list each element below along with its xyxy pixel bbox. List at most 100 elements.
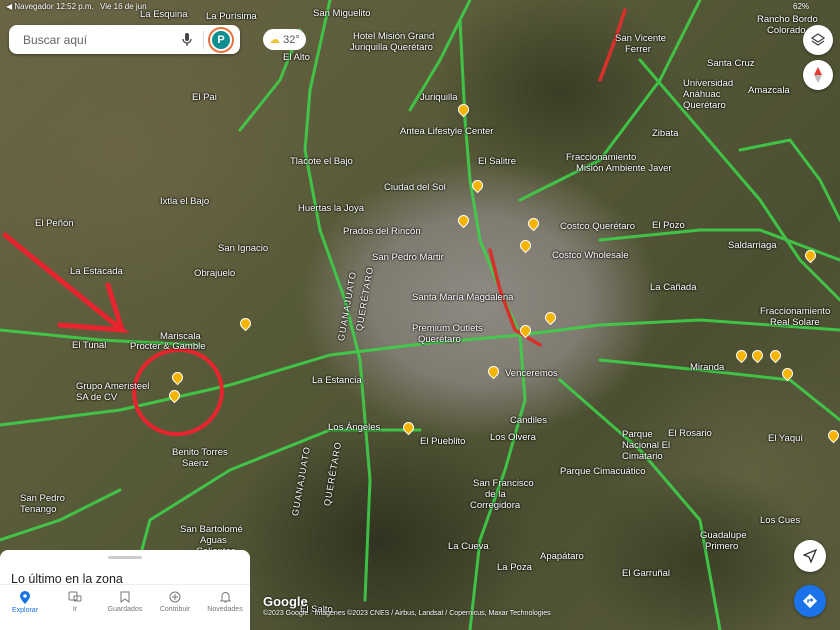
map-label[interactable]: Real Solare: [770, 317, 820, 328]
map-label[interactable]: Miranda: [690, 362, 724, 373]
map-label[interactable]: La Cañada: [650, 282, 696, 293]
map-label[interactable]: El Rosario: [668, 428, 712, 439]
map-label[interactable]: Cimatario: [622, 451, 663, 462]
map-label[interactable]: Parque: [622, 429, 653, 440]
map-label[interactable]: San Bartolomé: [180, 524, 243, 535]
map-label[interactable]: Amazcala: [748, 85, 790, 96]
map-label[interactable]: Antea Lifestyle Center: [400, 126, 493, 137]
map-label[interactable]: Grupo Ameristeel: [76, 381, 149, 392]
drag-handle[interactable]: [108, 556, 142, 559]
map-label[interactable]: Los Ángeles: [328, 422, 380, 433]
map-label[interactable]: Ixtla el Bajo: [160, 196, 209, 207]
weather-chip[interactable]: ☁ 32°: [263, 29, 306, 50]
map-label[interactable]: San Vicente: [615, 33, 666, 44]
traffic-heavy-2: [598, 8, 627, 82]
bell-icon: [219, 592, 231, 603]
map-label[interactable]: Juriquilla: [420, 92, 458, 103]
map-label[interactable]: Obrajuelo: [194, 268, 235, 279]
map-label[interactable]: El Alto: [283, 52, 310, 63]
layers-icon: [811, 33, 825, 46]
map-label[interactable]: El Peñón: [35, 218, 74, 229]
map-label[interactable]: Anáhuac: [683, 89, 721, 100]
road-far-east: [738, 138, 840, 222]
map-label[interactable]: Zibata: [652, 128, 678, 139]
map-label[interactable]: Primero: [705, 541, 738, 552]
map-label[interactable]: Premium Outlets: [412, 323, 483, 334]
map-label[interactable]: Venceremos: [505, 368, 558, 379]
map-label[interactable]: Nacional El: [622, 440, 670, 451]
compass-button[interactable]: [803, 60, 833, 90]
map-label[interactable]: Corregidora: [470, 500, 520, 511]
map-label[interactable]: Procter & Gamble: [130, 341, 206, 352]
map-label[interactable]: Santa Cruz: [707, 58, 755, 69]
map-label[interactable]: La Estancia: [312, 375, 362, 386]
map-label[interactable]: Apapátaro: [540, 551, 584, 562]
my-location-button[interactable]: [794, 540, 826, 572]
map-label[interactable]: Benito Torres: [172, 447, 228, 458]
map-label[interactable]: SA de CV: [76, 392, 117, 403]
map-label[interactable]: Ferrer: [625, 44, 651, 55]
map-label[interactable]: Costco Querétaro: [560, 221, 635, 232]
nav-label: Contribuir: [159, 606, 191, 613]
map-label[interactable]: Fraccionamiento: [566, 152, 636, 163]
map-label[interactable]: El Salitre: [478, 156, 516, 167]
map-label[interactable]: La Estacada: [70, 266, 123, 277]
map-label[interactable]: Colorado: [767, 25, 806, 36]
map-label[interactable]: La Poza: [497, 562, 532, 573]
directions-icon: [802, 593, 818, 609]
map-label[interactable]: de la: [485, 489, 506, 500]
nav-guardados[interactable]: Guardados: [100, 585, 150, 630]
layers-button[interactable]: [803, 25, 833, 55]
map-label[interactable]: El Pozo: [652, 220, 685, 231]
search-input[interactable]: Buscar aquí: [23, 33, 177, 47]
map-label[interactable]: Juriquilla Querétaro: [350, 42, 433, 53]
nav-novedades[interactable]: Novedades: [200, 585, 250, 630]
map-label[interactable]: San Miguelito: [313, 8, 371, 19]
directions-button[interactable]: [794, 585, 826, 617]
nav-label: Explorar: [11, 607, 39, 614]
microphone-icon[interactable]: [177, 30, 197, 50]
map-label[interactable]: Prados del Rincón: [343, 226, 421, 237]
map-label[interactable]: La Purísima: [206, 11, 257, 22]
map-label[interactable]: Santa María Magdalena: [412, 292, 513, 303]
nav-explorar[interactable]: Explorar: [0, 585, 50, 630]
map-label[interactable]: El Pai: [192, 92, 217, 103]
map-label[interactable]: El Yaquí: [768, 433, 803, 444]
map-label[interactable]: San Ignacio: [218, 243, 268, 254]
map-label[interactable]: San Pedro: [20, 493, 65, 504]
map-label[interactable]: Costco Wholesale: [552, 250, 629, 261]
map-label[interactable]: Huertas la Joya: [298, 203, 364, 214]
map-label[interactable]: San Pedro Mártir: [372, 252, 444, 263]
map-label[interactable]: Misión Ambiente Javer: [576, 163, 672, 174]
nav-ir[interactable]: Ir: [50, 585, 100, 630]
map-label[interactable]: El Pueblito: [420, 436, 465, 447]
compass-icon: [814, 67, 822, 83]
map-label[interactable]: Saenz: [182, 458, 209, 469]
map-label[interactable]: Rancho Bordo: [757, 14, 818, 25]
map-label[interactable]: El Tunal: [72, 340, 106, 351]
map-label[interactable]: El Garruñal: [622, 568, 670, 579]
map-label[interactable]: La Cueva: [448, 541, 489, 552]
map-label[interactable]: Los Cues: [760, 515, 800, 526]
map-label[interactable]: Aguas: [200, 535, 227, 546]
search-bar[interactable]: Buscar aquí P: [9, 25, 240, 54]
map-label[interactable]: Saldarriaga: [728, 240, 777, 251]
map-label[interactable]: Parque Cimacuático: [560, 466, 646, 477]
map-label[interactable]: Universidad: [683, 78, 733, 89]
map-label[interactable]: Hotel Misión Grand: [353, 31, 434, 42]
map-label[interactable]: Querétaro: [683, 100, 726, 111]
satellite-map[interactable]: La Esquina La Purísima San Miguelito Hot…: [0, 0, 840, 630]
map-label[interactable]: Fraccionamiento: [760, 306, 830, 317]
map-label[interactable]: La Esquina: [140, 9, 188, 20]
map-label[interactable]: Tenango: [20, 504, 56, 515]
account-avatar[interactable]: P: [210, 28, 232, 51]
map-label[interactable]: Guadalupe: [700, 530, 746, 541]
map-label[interactable]: Candiles: [510, 415, 547, 426]
map-label[interactable]: Querétaro: [418, 334, 461, 345]
map-label[interactable]: San Francisco: [473, 478, 534, 489]
nav-contribuir[interactable]: Contribuir: [150, 585, 200, 630]
status-back[interactable]: ◀ Navegador: [6, 2, 54, 11]
map-label[interactable]: Tlacote el Bajo: [290, 156, 353, 167]
map-label[interactable]: Ciudad del Sol: [384, 182, 446, 193]
map-label[interactable]: Los Olvera: [490, 432, 536, 443]
